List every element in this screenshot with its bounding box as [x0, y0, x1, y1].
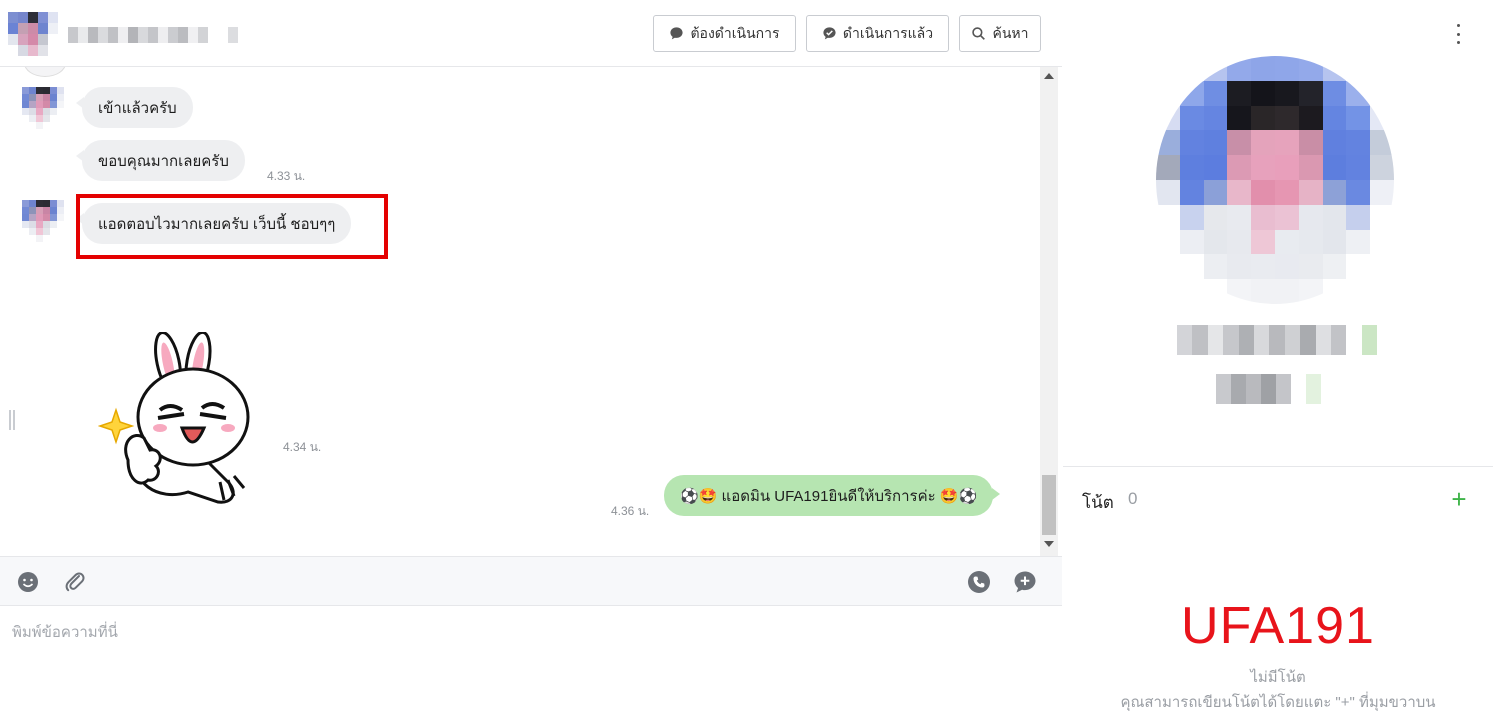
message-bubble[interactable]: เข้าแล้วครับ	[76, 87, 193, 128]
more-options-icon[interactable]	[1451, 24, 1465, 44]
chat-header: ต้องดำเนินการ ดำเนินการแล้ว ค้นหา	[0, 0, 1062, 67]
phone-icon[interactable]	[966, 569, 992, 595]
message-text: ขอบคุณมากเลยครับ	[98, 152, 229, 170]
message-time: 4.34 น.	[283, 440, 322, 454]
notes-label: โน้ต	[1082, 493, 1114, 512]
message-list[interactable]: เข้าแล้วครับ ขอบคุณมากเลยครับ 4.33 น. แอ…	[0, 67, 1062, 556]
message-text: ⚽🤩 แอดมิน UFA191ยินดีให้บริการค่ะ 🤩⚽	[680, 487, 978, 505]
highlight-box	[76, 194, 388, 259]
attachment-icon[interactable]	[62, 569, 88, 595]
chat-app: ต้องดำเนินการ ดำเนินการแล้ว ค้นหา เข้าแล…	[0, 0, 1493, 711]
contact-name	[68, 27, 238, 43]
message-bubble-outgoing[interactable]: ⚽🤩 แอดมิน UFA191ยินดีให้บริการค่ะ 🤩⚽	[664, 475, 1001, 516]
divider	[1063, 466, 1493, 467]
pending-button[interactable]: ต้องดำเนินการ	[653, 15, 796, 52]
message-scrollbar[interactable]	[1040, 67, 1058, 556]
add-chat-icon[interactable]	[1012, 569, 1038, 595]
brand-watermark: UFA191	[1181, 597, 1375, 655]
profile-name	[1177, 325, 1378, 355]
message-time: 4.33 น.	[267, 169, 306, 183]
message-input[interactable]	[12, 620, 1042, 700]
profile-avatar[interactable]	[1156, 56, 1394, 304]
contact-avatar[interactable]	[8, 12, 58, 56]
chat-panel: ต้องดำเนินการ ดำเนินการแล้ว ค้นหา เข้าแล…	[0, 0, 1062, 711]
message-text: เข้าแล้วครับ	[98, 99, 177, 117]
done-button[interactable]: ดำเนินการแล้ว	[806, 15, 949, 52]
add-note-button[interactable]: +	[1448, 486, 1470, 512]
check-bubble-icon	[823, 27, 836, 40]
sender-avatar[interactable]	[22, 200, 64, 242]
scroll-thumb[interactable]	[1042, 475, 1056, 535]
search-button[interactable]: ค้นหา	[959, 15, 1041, 52]
compose-area	[0, 606, 1062, 711]
compose-toolbar	[0, 556, 1062, 606]
scroll-up-icon[interactable]	[1044, 73, 1054, 79]
scroll-down-icon[interactable]	[1044, 541, 1054, 547]
cony-thumbs-up-sticker[interactable]	[98, 332, 258, 512]
profile-status	[1216, 374, 1336, 404]
avatar	[24, 67, 66, 77]
emoji-icon[interactable]	[15, 569, 41, 595]
notes-count: 0	[1128, 489, 1138, 508]
speech-bubble-icon	[670, 27, 684, 40]
done-button-label: ดำเนินการแล้ว	[842, 24, 934, 41]
no-notes-text: ไม่มีโน้ต	[1250, 669, 1306, 686]
sender-avatar[interactable]	[22, 87, 64, 129]
message-bubble[interactable]: ขอบคุณมากเลยครับ	[76, 140, 245, 181]
resize-handle[interactable]	[9, 410, 15, 430]
search-button-label: ค้นหา	[992, 24, 1029, 41]
profile-panel: โน้ต 0 + UFA191 ไม่มีโน้ต คุณสามารถเขียน…	[1063, 0, 1493, 711]
no-notes-hint: คุณสามารถเขียนโน้ตได้โดยแตะ "+" ที่มุมขว…	[1120, 694, 1436, 711]
pending-button-label: ต้องดำเนินการ	[690, 24, 780, 41]
message-time: 4.36 น.	[611, 504, 650, 518]
search-icon	[972, 27, 986, 40]
